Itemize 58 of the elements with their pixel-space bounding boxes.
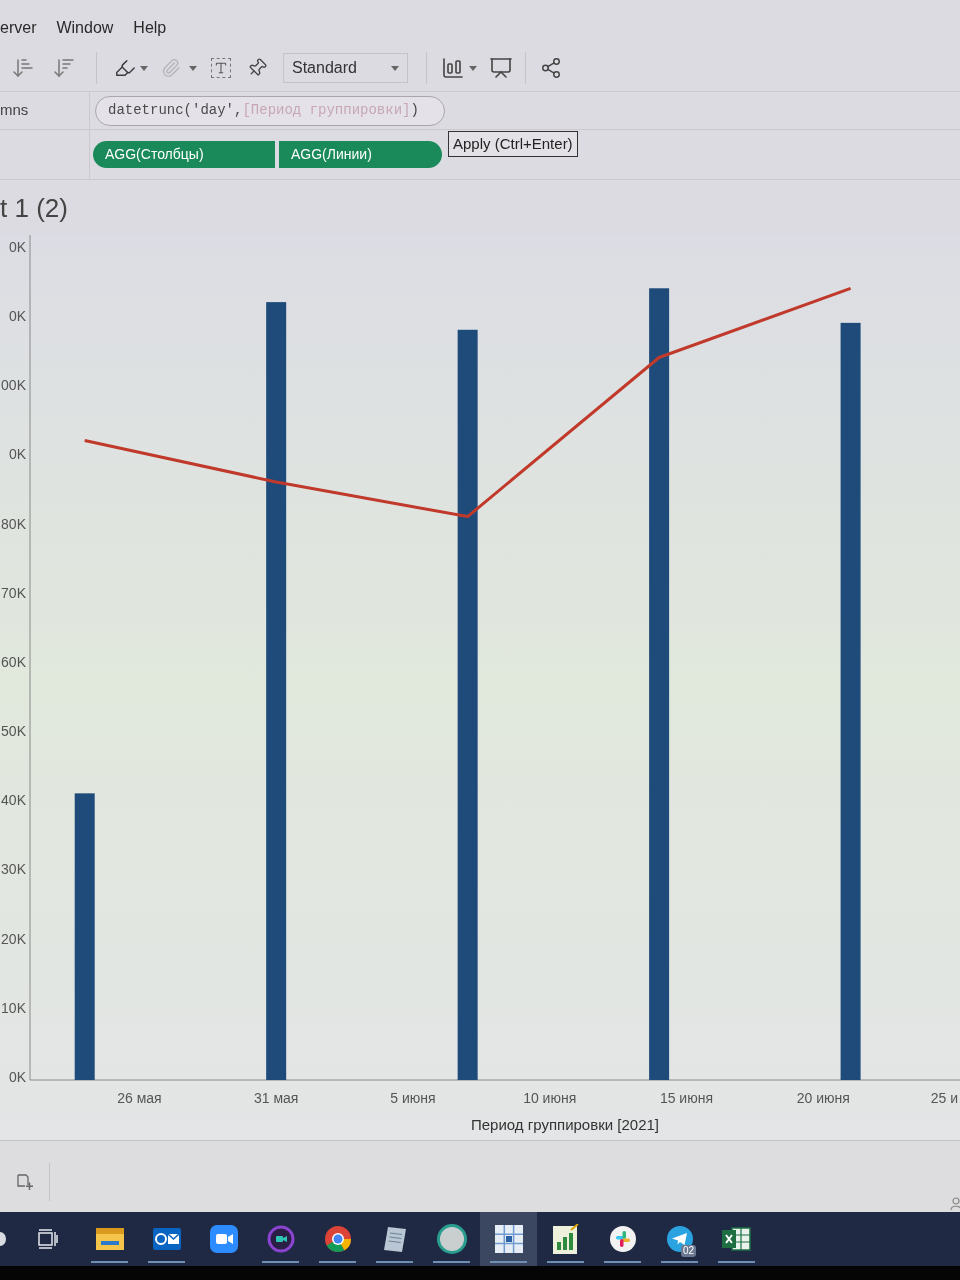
axis-tick-label: 30K — [1, 861, 26, 878]
caret-icon[interactable] — [140, 65, 148, 71]
chart-document-icon — [552, 1224, 579, 1254]
task-view-icon — [38, 1229, 58, 1249]
tricolor-ring-icon — [323, 1225, 352, 1253]
grid-icon — [494, 1225, 523, 1253]
measure-pill[interactable]: AGG(Линии) — [279, 141, 442, 168]
video-chat-icon — [266, 1225, 295, 1253]
axis-tick-label: 0K — [8, 446, 26, 463]
text-box-icon[interactable] — [211, 58, 231, 78]
axis-tick-label: 70K — [1, 584, 26, 601]
sheet-title: t 1 (2) — [0, 194, 68, 221]
formula-field[interactable]: datetrunc('day',[Период группировки]) — [95, 95, 445, 126]
axis-tick-label: 20K — [1, 930, 26, 947]
menu-item[interactable]: Window — [56, 20, 114, 36]
measure-pill[interactable]: AGG(Столбцы) — [93, 141, 275, 168]
axis-title: Период группировки [2021] — [471, 1116, 659, 1133]
round-picture-icon — [436, 1224, 467, 1254]
axis-tick-label: 10 июня — [523, 1090, 577, 1106]
axis-tick-label: 60K — [1, 653, 26, 670]
taskbar-button[interactable]: 02 — [651, 1212, 708, 1266]
bar-chart-icon[interactable] — [441, 56, 465, 80]
caret-icon[interactable] — [469, 65, 477, 71]
tooltip: Apply (Ctrl+Enter) — [448, 131, 578, 157]
notepad-icon — [381, 1225, 408, 1253]
fit-dropdown[interactable]: Standard — [283, 53, 408, 83]
axis-tick-label: 26 мая — [117, 1090, 162, 1106]
axis-tick-label: 00K — [1, 377, 26, 394]
highlighter-icon[interactable] — [114, 57, 136, 79]
axis-tick-label: 0K — [8, 307, 26, 324]
caret-icon[interactable] — [189, 65, 197, 71]
caret-icon[interactable] — [391, 65, 399, 71]
axis-tick-label: 0K — [8, 238, 26, 255]
paper-plane-icon — [665, 1225, 694, 1253]
menu-item[interactable]: erver — [0, 20, 37, 36]
axis-tick-label: 50K — [1, 723, 26, 740]
mail-app-icon — [152, 1228, 181, 1250]
taskbar-button[interactable] — [480, 1212, 537, 1266]
axis-tick-label: 5 июня — [390, 1090, 436, 1106]
axis-tick-label: 25 и — [930, 1090, 958, 1106]
axis-tick-label: 0K — [8, 1069, 26, 1085]
axis-tick-label: 40K — [1, 792, 26, 809]
axis-tick-label: 20 июня — [796, 1090, 850, 1106]
menu-item[interactable]: Help — [133, 20, 167, 36]
axis-tick-label: 31 мая — [253, 1090, 299, 1106]
axis-tick-label: 15 июня — [659, 1090, 714, 1106]
presentation-icon[interactable] — [489, 56, 513, 80]
axis-tick-label: 10K — [1, 999, 26, 1016]
spreadsheet-icon — [721, 1226, 752, 1252]
shelf-label: mns — [0, 100, 29, 121]
unread-badge: 02 — [681, 1245, 697, 1257]
new-sheet-icon[interactable] — [15, 1173, 34, 1191]
folder-icon — [95, 1228, 124, 1250]
axis-tick-label: 80K — [1, 515, 26, 532]
person-icon[interactable] — [950, 1197, 960, 1211]
video-camera-icon — [209, 1225, 238, 1253]
pinwheel-icon — [608, 1225, 637, 1253]
share-icon[interactable] — [540, 57, 562, 79]
